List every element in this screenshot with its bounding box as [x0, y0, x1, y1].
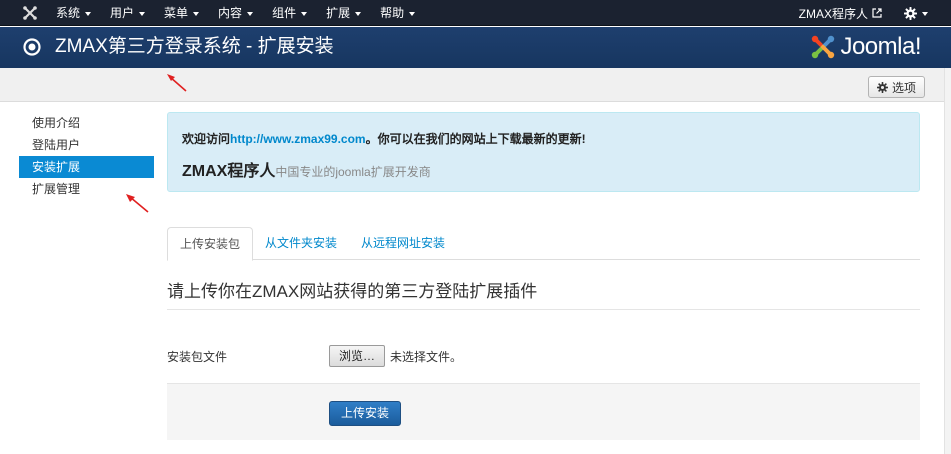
menu-components[interactable]: 组件	[272, 0, 308, 26]
browse-button[interactable]: 浏览…	[329, 345, 386, 367]
menu-users[interactable]: 用户	[110, 0, 146, 26]
caret-down-icon	[193, 11, 200, 16]
welcome-text: 欢迎访问http://www.zmax99.com。你可以在我们的网站上下载最新…	[182, 130, 905, 147]
developer-line: ZMAX程序人 中国专业的joomla扩展开发商	[182, 157, 905, 181]
external-link-icon	[872, 8, 882, 18]
form-legend: 请上传你在ZMAX网站获得的第三方登陆扩展插件	[167, 280, 920, 310]
joomla-brand: Joomla!	[810, 31, 921, 63]
main-menu: 系统 用户 菜单 内容 组件 扩展 帮助	[56, 0, 434, 26]
sidebar-item-introduction[interactable]: 使用介绍	[19, 112, 154, 134]
brand-text: Joomla!	[840, 33, 921, 60]
menu-label: 系统	[56, 5, 81, 20]
menu-help[interactable]: 帮助	[380, 0, 416, 26]
menu-label: 扩展	[326, 5, 351, 20]
welcome-prefix: 欢迎访问	[182, 132, 231, 146]
gear-icon	[904, 6, 917, 20]
main-content: 欢迎访问http://www.zmax99.com。你可以在我们的网站上下载最新…	[167, 112, 920, 440]
menu-label: 用户	[110, 5, 135, 20]
sidebar: 使用介绍 登陆用户 安装扩展 扩展管理	[19, 112, 154, 200]
caret-down-icon	[247, 11, 254, 16]
menu-label: 组件	[272, 5, 297, 20]
welcome-suffix: 。你可以在我们的网站上下载最新的更新!	[365, 132, 586, 146]
gear-icon	[876, 81, 888, 93]
package-file-row: 安装包文件 浏览… 未选择文件。	[167, 344, 920, 368]
package-file-label: 安装包文件	[167, 349, 228, 364]
site-name: ZMAX程序人	[798, 6, 868, 21]
caret-down-icon	[85, 11, 92, 16]
info-alert: 欢迎访问http://www.zmax99.com。你可以在我们的网站上下载最新…	[167, 112, 920, 192]
menu-label: 菜单	[164, 5, 189, 20]
tab-install-from-url[interactable]: 从远程网址安装	[349, 227, 457, 260]
joomla-brand-icon	[812, 35, 835, 59]
caret-down-icon	[301, 11, 308, 16]
menu-menus[interactable]: 菜单	[164, 0, 200, 26]
sidebar-item-install-extension[interactable]: 安装扩展	[19, 156, 154, 178]
site-link[interactable]: ZMAX程序人	[799, 5, 882, 22]
target-icon	[23, 38, 41, 56]
caret-down-icon	[409, 11, 416, 16]
toolbar: 选项	[0, 68, 944, 102]
menu-label: 内容	[218, 5, 243, 20]
joomla-logo-icon[interactable]	[22, 5, 38, 21]
menubar-right: ZMAX程序人	[799, 0, 928, 26]
options-label: 选项	[891, 80, 916, 95]
sidebar-item-login-users[interactable]: 登陆用户	[19, 134, 154, 156]
page-header: ZMAX第三方登录系统 - 扩展安装 Joomla!	[0, 27, 951, 68]
annotation-arrow-icon	[167, 74, 187, 92]
page-title: ZMAX第三方登录系统 - 扩展安装	[55, 36, 334, 57]
upload-install-button[interactable]: 上传安装	[329, 401, 402, 426]
website-link[interactable]: http://www.zmax99.com	[230, 132, 366, 146]
options-button[interactable]: 选项	[867, 76, 925, 98]
menu-extensions[interactable]: 扩展	[326, 0, 362, 26]
developer-name: ZMAX程序人	[182, 163, 276, 180]
user-settings-menu[interactable]	[904, 6, 928, 20]
tab-upload-package[interactable]: 上传安装包	[167, 227, 254, 261]
form-actions: 上传安装	[167, 383, 920, 440]
menu-label: 帮助	[380, 5, 405, 20]
caret-down-icon	[922, 11, 928, 16]
annotation-arrow-icon	[126, 194, 149, 213]
menu-system[interactable]: 系统	[56, 0, 92, 26]
no-file-text: 未选择文件。	[390, 349, 463, 364]
tab-install-from-folder[interactable]: 从文件夹安装	[253, 227, 349, 260]
caret-down-icon	[355, 11, 362, 16]
scrollbar-edge[interactable]	[944, 68, 951, 454]
caret-down-icon	[139, 11, 146, 16]
admin-menubar: 系统 用户 菜单 内容 组件 扩展 帮助 ZMAX程序人	[0, 0, 951, 26]
menu-content[interactable]: 内容	[218, 0, 254, 26]
developer-description: 中国专业的joomla扩展开发商	[275, 165, 431, 179]
install-tabs: 上传安装包 从文件夹安装 从远程网址安装	[167, 227, 920, 261]
